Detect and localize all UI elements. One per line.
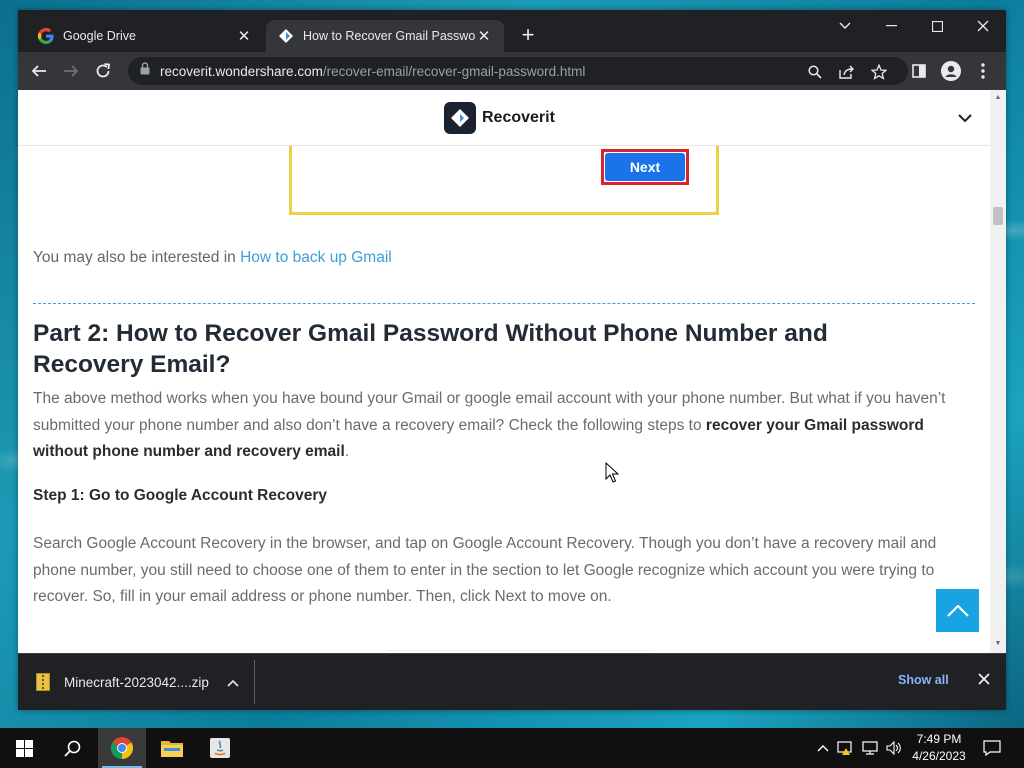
- back-icon[interactable]: [26, 58, 52, 84]
- chevron-down-icon[interactable]: [958, 110, 972, 128]
- close-window-icon[interactable]: [960, 10, 1006, 42]
- tab-title: How to Recover Gmail Password: [303, 29, 476, 43]
- related-link-line: You may also be interested in How to bac…: [33, 249, 392, 267]
- url-path: /recover-email/recover-gmail-password.ht…: [322, 63, 586, 79]
- url-host: recoverit.wondershare.com: [160, 63, 323, 79]
- screenshot-next-highlight: Next: [601, 149, 689, 185]
- tab-title: Google Drive: [63, 29, 136, 43]
- clock-date: 4/26/2023: [912, 749, 966, 763]
- chrome-window: Google Drive ✕ How to Recover Gmail Pass…: [18, 10, 1006, 710]
- windows-start-icon[interactable]: [0, 728, 48, 768]
- paragraph-step1: Search Google Account Recovery in the br…: [33, 535, 937, 605]
- bookmark-star-icon[interactable]: [870, 63, 888, 81]
- menu-kebab-icon[interactable]: [970, 58, 996, 84]
- lock-icon[interactable]: [140, 62, 150, 80]
- brand[interactable]: Recoverit: [444, 102, 555, 134]
- search-icon[interactable]: [48, 728, 96, 768]
- recoverit-icon: [278, 28, 294, 44]
- taskbar: 7:49 PM 4/26/2023: [0, 728, 1024, 768]
- scroll-down-icon[interactable]: ▼: [994, 640, 1002, 648]
- download-filename: Minecraft-2023042....zip: [64, 674, 209, 690]
- file-explorer-icon[interactable]: [148, 728, 196, 768]
- scroll-thumb[interactable]: [993, 207, 1003, 225]
- reload-icon[interactable]: [90, 58, 116, 84]
- tab-strip: Google Drive ✕ How to Recover Gmail Pass…: [18, 10, 1006, 52]
- tab-google-drive[interactable]: Google Drive ✕: [26, 20, 264, 52]
- network-warning-icon[interactable]: [832, 740, 858, 756]
- side-panel-icon[interactable]: [906, 58, 932, 84]
- show-all-button[interactable]: Show all: [898, 673, 949, 687]
- tray-expand-icon[interactable]: [814, 744, 832, 752]
- related-prefix: You may also be interested in: [33, 249, 241, 266]
- profile-icon[interactable]: [938, 58, 964, 84]
- address-bar[interactable]: recoverit.wondershare.com/recover-email/…: [128, 57, 908, 85]
- new-tab-button[interactable]: +: [516, 24, 540, 48]
- maximize-icon[interactable]: [914, 10, 960, 42]
- volume-icon[interactable]: [882, 741, 906, 755]
- downloads-bar: Minecraft-2023042....zip Show all: [18, 653, 1006, 710]
- download-item[interactable]: Minecraft-2023042....zip: [36, 670, 239, 694]
- scroll-up-icon[interactable]: ▲: [994, 94, 1002, 102]
- section-divider: [33, 303, 975, 304]
- site-header: Recoverit: [18, 90, 990, 146]
- java-app-icon[interactable]: [196, 728, 244, 768]
- network-icon[interactable]: [858, 741, 882, 755]
- brand-name: Recoverit: [482, 109, 555, 126]
- close-downloads-icon[interactable]: [978, 672, 996, 690]
- zip-file-icon: [36, 673, 50, 691]
- mouse-cursor-icon: [605, 461, 620, 489]
- browser-toolbar: recoverit.wondershare.com/recover-email/…: [18, 52, 1006, 90]
- screenshot-next-button: Next: [605, 153, 685, 181]
- url-text: recoverit.wondershare.com/recover-email/…: [160, 64, 585, 79]
- share-icon[interactable]: [838, 63, 856, 81]
- section-heading: Part 2: How to Recover Gmail Password Wi…: [33, 320, 828, 378]
- close-tab-icon[interactable]: ✕: [476, 27, 492, 45]
- tab-recover-gmail[interactable]: How to Recover Gmail Password ✕: [266, 20, 504, 52]
- forward-icon[interactable]: [58, 58, 84, 84]
- notification-icon[interactable]: [968, 728, 1016, 768]
- google-icon: [38, 28, 54, 44]
- paragraph-intro: The above method works when you have bou…: [33, 386, 975, 466]
- zoom-search-icon[interactable]: [806, 63, 824, 81]
- page-scrollbar[interactable]: ▲ ▼: [990, 90, 1006, 653]
- back-to-top-button[interactable]: [936, 589, 979, 632]
- system-tray: [814, 728, 906, 768]
- downloads-separator: [254, 660, 255, 704]
- step-heading: Step 1: Go to Google Account Recovery: [33, 487, 327, 504]
- related-link[interactable]: How to back up Gmail: [240, 249, 392, 266]
- system-clock[interactable]: 7:49 PM 4/26/2023: [906, 731, 972, 765]
- chrome-taskbar-icon[interactable]: [98, 728, 146, 768]
- minimize-icon[interactable]: [868, 10, 914, 42]
- close-tab-icon[interactable]: ✕: [236, 27, 252, 45]
- tab-search-icon[interactable]: [822, 10, 868, 42]
- recoverit-logo-icon: [444, 102, 476, 134]
- intro-end: .: [344, 443, 350, 460]
- page-viewport: Recoverit Next You may also be intereste…: [18, 90, 1006, 653]
- chevron-up-icon[interactable]: [227, 675, 239, 690]
- clock-time: 7:49 PM: [916, 732, 962, 746]
